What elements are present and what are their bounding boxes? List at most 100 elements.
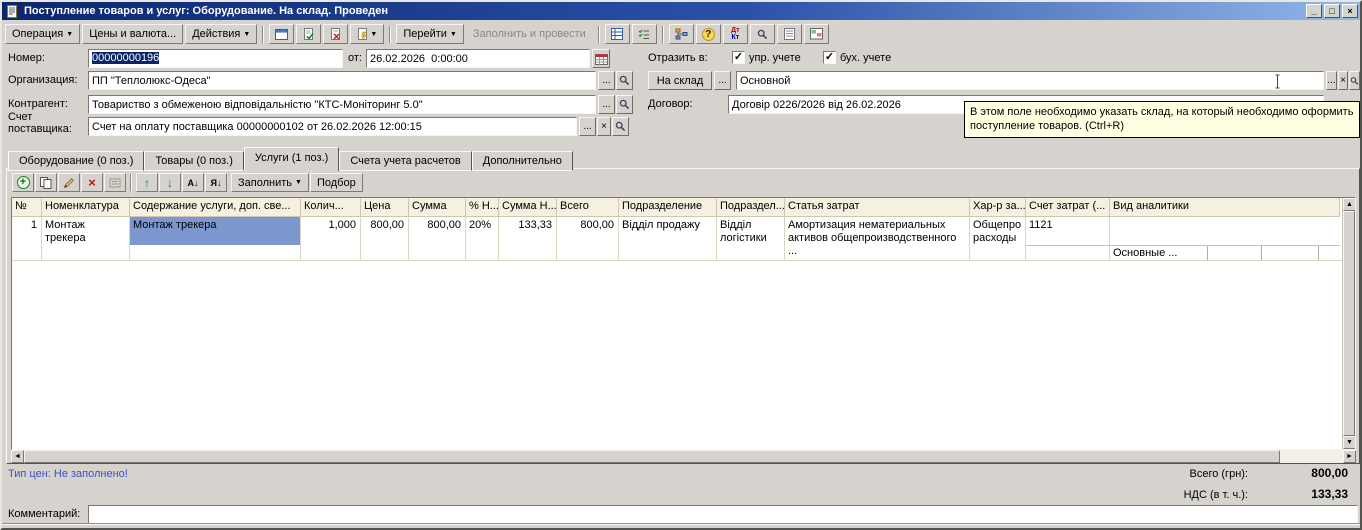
- supplier-invoice-search-button[interactable]: [612, 117, 629, 136]
- management-accounting-label[interactable]: упр. учете: [749, 52, 801, 64]
- organization-search-button[interactable]: [616, 71, 633, 90]
- vertical-scrollbar-thumb[interactable]: [1343, 211, 1355, 436]
- cancel-posting-button[interactable]: [323, 24, 349, 44]
- warehouse-browse-button[interactable]: ...: [1326, 71, 1337, 90]
- column-header-cost-kind[interactable]: Хар-р за...: [970, 198, 1026, 217]
- tab-additional[interactable]: Дополнительно: [471, 151, 573, 171]
- number-field[interactable]: 00000000196: [88, 49, 343, 68]
- accounting-checkbox[interactable]: ✓: [823, 51, 836, 64]
- scroll-down-button[interactable]: ▼: [1343, 436, 1355, 449]
- column-header-content[interactable]: Содержание услуги, доп. све...: [130, 198, 301, 217]
- delete-row-button[interactable]: ×: [81, 173, 103, 192]
- date-input[interactable]: [366, 49, 590, 68]
- warehouse-input[interactable]: [736, 71, 1324, 90]
- cell-subdepartment[interactable]: Відділ логістики: [717, 217, 785, 260]
- subordination-structure-button[interactable]: [668, 24, 694, 44]
- cell-price[interactable]: 800,00: [361, 217, 409, 260]
- close-button[interactable]: ×: [1342, 4, 1358, 18]
- report-structure-button[interactable]: [604, 24, 630, 44]
- price-type-link[interactable]: Тип цен: Не заполнено!: [8, 468, 128, 480]
- column-header-subdepartment[interactable]: Подраздел...: [717, 198, 785, 217]
- help-button[interactable]: ?: [695, 24, 721, 44]
- column-header-analytics[interactable]: Вид аналитики: [1110, 198, 1340, 217]
- warehouse-search-button[interactable]: [1349, 71, 1360, 90]
- calendar-button[interactable]: [592, 49, 610, 68]
- column-header-sum[interactable]: Сумма: [409, 198, 466, 217]
- organization-input[interactable]: [88, 71, 596, 90]
- cell-quantity[interactable]: 1,000: [301, 217, 361, 260]
- maximize-button[interactable]: □: [1324, 4, 1340, 18]
- horizontal-scrollbar-thumb[interactable]: [24, 450, 1280, 463]
- move-row-up-button[interactable]: ↑: [136, 173, 158, 192]
- column-header-cost-account[interactable]: Счет затрат (...: [1026, 198, 1110, 217]
- column-header-nomenclature[interactable]: Номенклатура: [42, 198, 130, 217]
- operation-button[interactable]: Операция ▼: [5, 24, 81, 44]
- cell-vat-rate[interactable]: 20%: [466, 217, 499, 260]
- contractor-search-button[interactable]: [616, 95, 633, 114]
- warehouse-mode-button[interactable]: На склад: [648, 71, 712, 90]
- tab-settlement-accounts[interactable]: Счета учета расчетов: [339, 151, 472, 171]
- cell-service-content[interactable]: Монтаж трекера: [130, 217, 301, 260]
- column-header-cost-item[interactable]: Статья затрат: [785, 198, 970, 217]
- cell-vat-sum[interactable]: 133,33: [499, 217, 557, 260]
- pick-button[interactable]: Подбор: [309, 173, 363, 192]
- column-header-quantity[interactable]: Колич...: [301, 198, 361, 217]
- analytics-empty-cell[interactable]: [1208, 246, 1262, 260]
- supplier-invoice-clear-button[interactable]: ×: [597, 117, 611, 136]
- edit-row-button[interactable]: [58, 173, 80, 192]
- analytics-empty-cell[interactable]: [1262, 246, 1319, 260]
- cell-sum[interactable]: 800,00: [409, 217, 466, 260]
- warehouse-mode-browse-button[interactable]: ...: [714, 71, 731, 90]
- sort-ascending-button[interactable]: А↓: [182, 173, 204, 192]
- document-movements-button[interactable]: [776, 24, 802, 44]
- contractor-browse-button[interactable]: ...: [598, 95, 615, 114]
- column-header-vat-sum[interactable]: Сумма Н...: [499, 198, 557, 217]
- move-row-down-button[interactable]: ↓: [159, 173, 181, 192]
- tab-goods[interactable]: Товары (0 поз.): [144, 151, 244, 171]
- cell-total[interactable]: 800,00: [557, 217, 619, 260]
- check-list-button[interactable]: [631, 24, 657, 44]
- organization-browse-button[interactable]: ...: [598, 71, 615, 90]
- scroll-up-button[interactable]: ▲: [1343, 198, 1355, 211]
- cell-analytics[interactable]: Основные ...: [1110, 217, 1340, 260]
- post-document-button[interactable]: [296, 24, 322, 44]
- cell-cost-account[interactable]: 1121: [1026, 217, 1110, 260]
- horizontal-scrollbar-track[interactable]: [1280, 450, 1343, 463]
- column-header-department[interactable]: Подразделение: [619, 198, 717, 217]
- cost-account-subcell[interactable]: [1026, 245, 1109, 260]
- cell-cost-kind[interactable]: Общепро расходы: [970, 217, 1026, 260]
- accounting-label[interactable]: бух. учете: [840, 52, 891, 64]
- open-list-button[interactable]: [269, 24, 295, 44]
- dt-kt-button[interactable]: Дт Кт: [722, 24, 748, 44]
- warehouse-clear-button[interactable]: ×: [1338, 71, 1348, 90]
- create-based-on-button[interactable]: ▼: [350, 24, 385, 44]
- cell-department[interactable]: Відділ продажу: [619, 217, 717, 260]
- related-information-button[interactable]: [803, 24, 829, 44]
- minimize-button[interactable]: _: [1306, 4, 1322, 18]
- column-header-price[interactable]: Цена: [361, 198, 409, 217]
- end-edit-button[interactable]: [104, 173, 126, 192]
- prices-currency-button[interactable]: Цены и валюта...: [82, 24, 184, 44]
- column-header-total[interactable]: Всего: [557, 198, 619, 217]
- fill-and-post-button[interactable]: Заполнить и провести: [465, 24, 593, 44]
- add-row-button[interactable]: +: [12, 173, 34, 192]
- sort-descending-button[interactable]: Я↓: [205, 173, 227, 192]
- management-accounting-checkbox[interactable]: ✓: [732, 51, 745, 64]
- scroll-right-button[interactable]: ►: [1343, 450, 1356, 463]
- cell-nomenclature[interactable]: Монтаж трекера: [42, 217, 130, 260]
- tab-services[interactable]: Услуги (1 поз.): [243, 147, 340, 171]
- cell-cost-item[interactable]: Амортизация нематериальных активов общеп…: [785, 217, 970, 260]
- column-header-vat-rate[interactable]: % Н...: [466, 198, 499, 217]
- goto-button[interactable]: Перейти ▼: [396, 24, 464, 44]
- contractor-input[interactable]: [88, 95, 596, 114]
- supplier-invoice-browse-button[interactable]: ...: [579, 117, 596, 136]
- tab-equipment[interactable]: Оборудование (0 поз.): [8, 151, 145, 171]
- supplier-invoice-input[interactable]: [88, 117, 577, 136]
- analytics-kind-cell[interactable]: Основные ...: [1110, 246, 1208, 260]
- selected-cell[interactable]: Монтаж трекера: [130, 217, 300, 245]
- cell-row-number[interactable]: 1: [12, 217, 42, 260]
- fill-button[interactable]: Заполнить ▼: [231, 173, 309, 192]
- column-header-num[interactable]: №: [12, 198, 42, 217]
- copy-row-button[interactable]: [35, 173, 57, 192]
- comment-input[interactable]: [88, 505, 1358, 524]
